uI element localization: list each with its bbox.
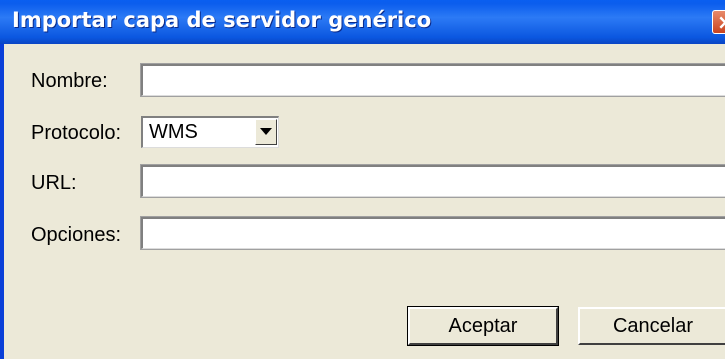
protocolo-label: Protocolo: xyxy=(31,122,122,144)
protocolo-selected-value: WMS xyxy=(149,121,198,143)
dialog-title: Importar capa de servidor genérico xyxy=(12,8,432,32)
nombre-input[interactable] xyxy=(140,63,725,97)
url-label: URL: xyxy=(31,172,77,194)
chevron-down-icon xyxy=(260,128,272,135)
url-input[interactable] xyxy=(140,164,725,198)
protocolo-select[interactable]: WMS xyxy=(141,116,279,148)
title-bar[interactable]: Importar capa de servidor genérico × xyxy=(0,0,725,44)
opciones-input[interactable] xyxy=(140,216,725,250)
close-icon: × xyxy=(717,11,725,33)
opciones-label: Opciones: xyxy=(31,224,122,246)
cancel-button[interactable]: Cancelar xyxy=(578,307,725,345)
dropdown-button[interactable] xyxy=(255,119,277,145)
close-button[interactable]: × xyxy=(712,10,725,34)
accept-button[interactable]: Aceptar xyxy=(407,306,559,346)
dialog-window: Importar capa de servidor genérico × Nom… xyxy=(0,0,725,359)
nombre-label: Nombre: xyxy=(31,70,108,92)
